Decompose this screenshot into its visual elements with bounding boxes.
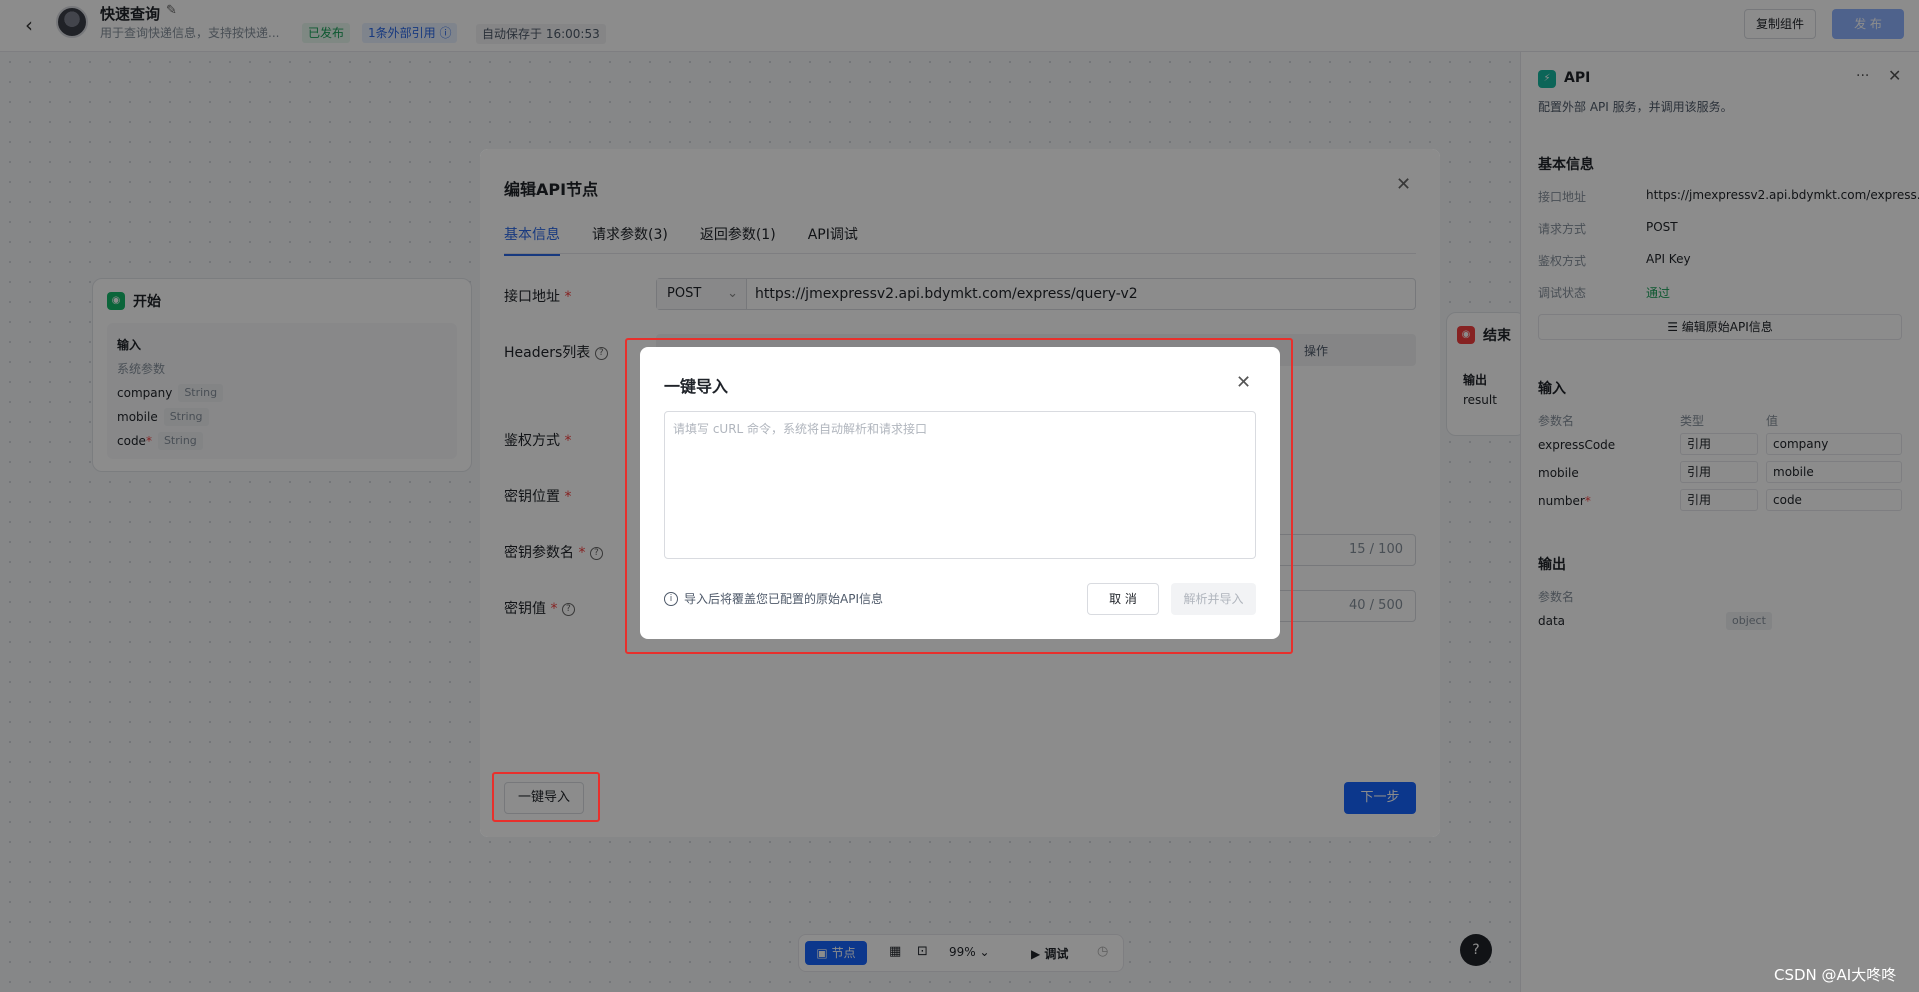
highlight-box-dialog	[625, 338, 1293, 654]
watermark: CSDN @AI大咚咚	[1774, 966, 1897, 984]
highlight-box-import-button	[492, 772, 600, 822]
